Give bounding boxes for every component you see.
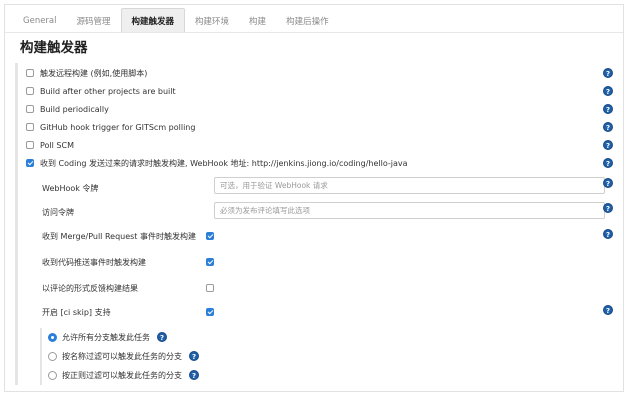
trigger-poll-scm-row: Poll SCM: [18, 136, 623, 154]
help-icon[interactable]: ?: [603, 140, 613, 150]
help-icon[interactable]: ?: [603, 104, 613, 114]
option-merge-request-label: 收到 Merge/Pull Request 事件时触发构建: [42, 232, 196, 241]
branch-filter-name-label: 按名称过滤可以触发此任务的分支: [62, 351, 182, 361]
tabs-divider: [5, 32, 623, 33]
option-ci-skip-label: 开启 [ci skip] 支持: [42, 308, 111, 317]
section-title: 构建触发器: [20, 40, 88, 56]
tab-build[interactable]: 构建: [239, 8, 276, 33]
branch-filter-all-radio[interactable]: [48, 332, 57, 342]
config-tabs: General 源码管理 构建触发器 构建环境 构建 构建后操作: [13, 8, 339, 33]
trigger-github-hook-row: GitHub hook trigger for GITScm polling: [18, 118, 623, 136]
trigger-coding-label: 收到 Coding 发送过来的请求时触发构建, WebHook 地址: http…: [40, 158, 408, 168]
triggers-section: 触发远程构建 (例如,使用脚本) ? Build after other pro…: [15, 63, 620, 385]
tab-build-environment[interactable]: 构建环境: [185, 8, 239, 33]
help-icon[interactable]: ?: [603, 158, 613, 168]
help-icon[interactable]: ?: [603, 203, 613, 213]
branch-filter-regex-label: 按正则过滤可以触发此任务的分支: [62, 370, 182, 380]
help-icon[interactable]: ?: [189, 351, 199, 361]
branch-filter-regex-row: 按正则过滤可以触发此任务的分支 ?: [48, 367, 199, 383]
trigger-poll-scm-checkbox[interactable]: [26, 141, 34, 149]
webhook-token-input[interactable]: 可选，用于验证 WebHook 请求: [214, 177, 605, 194]
option-push-label: 收到代码推送事件时触发构建: [42, 258, 146, 267]
branch-filter-all-row: 允许所有分支触发此任务 ?: [48, 329, 167, 345]
webhook-token-label: WebHook 令牌: [42, 184, 99, 193]
option-comment-checkbox[interactable]: [206, 284, 214, 292]
help-icon[interactable]: ?: [603, 122, 613, 132]
trigger-coding-checkbox[interactable]: [26, 159, 34, 167]
trigger-periodically-label: Build periodically: [40, 104, 109, 114]
help-icon[interactable]: ?: [603, 229, 613, 239]
access-token-input[interactable]: 必须为发布评论填写此选项: [214, 202, 605, 219]
trigger-coding-row: 收到 Coding 发送过来的请求时触发构建, WebHook 地址: http…: [18, 154, 623, 172]
branch-filter-all-label: 允许所有分支触发此任务: [62, 332, 150, 342]
option-push-checkbox[interactable]: [206, 258, 214, 266]
trigger-after-other-row: Build after other projects are built: [18, 82, 623, 100]
branch-filter-name-radio[interactable]: [48, 351, 57, 361]
build-triggers-panel: General 源码管理 构建触发器 构建环境 构建 构建后操作 构建触发器 触…: [4, 4, 624, 392]
help-icon[interactable]: ?: [603, 178, 613, 188]
help-icon[interactable]: ?: [603, 68, 613, 78]
trigger-periodically-checkbox[interactable]: [26, 105, 34, 113]
webhook-token-placeholder: 可选，用于验证 WebHook 请求: [220, 181, 328, 190]
trigger-remote-checkbox[interactable]: [26, 69, 34, 77]
help-icon[interactable]: ?: [603, 305, 613, 315]
branch-filter-regex-radio[interactable]: [48, 370, 57, 380]
trigger-github-hook-label: GitHub hook trigger for GITScm polling: [40, 122, 196, 132]
tab-general[interactable]: General: [13, 8, 67, 33]
tab-post-build-actions[interactable]: 构建后操作: [276, 8, 339, 33]
branch-filter-name-row: 按名称过滤可以触发此任务的分支 ?: [48, 348, 199, 364]
branch-filter-group: 允许所有分支触发此任务 ? 按名称过滤可以触发此任务的分支 ? 按正则过滤可以触…: [40, 328, 215, 385]
help-icon[interactable]: ?: [603, 86, 613, 96]
tab-build-triggers[interactable]: 构建触发器: [120, 8, 186, 33]
option-comment-label: 以评论的形式反馈构建结果: [42, 284, 138, 293]
help-icon[interactable]: ?: [189, 370, 199, 380]
trigger-after-other-checkbox[interactable]: [26, 87, 34, 95]
tab-source-code-management[interactable]: 源码管理: [67, 8, 121, 33]
access-token-placeholder: 必须为发布评论填写此选项: [220, 206, 310, 215]
trigger-github-hook-checkbox[interactable]: [26, 123, 34, 131]
option-merge-request-checkbox[interactable]: [206, 232, 214, 240]
option-ci-skip-checkbox[interactable]: [206, 308, 214, 316]
access-token-label: 访问令牌: [42, 208, 74, 217]
help-icon[interactable]: ?: [157, 332, 167, 342]
trigger-periodically-row: Build periodically: [18, 100, 623, 118]
trigger-remote-row: 触发远程构建 (例如,使用脚本): [18, 64, 623, 82]
trigger-remote-label: 触发远程构建 (例如,使用脚本): [40, 68, 148, 78]
trigger-poll-scm-label: Poll SCM: [40, 140, 74, 150]
trigger-after-other-label: Build after other projects are built: [40, 86, 176, 96]
